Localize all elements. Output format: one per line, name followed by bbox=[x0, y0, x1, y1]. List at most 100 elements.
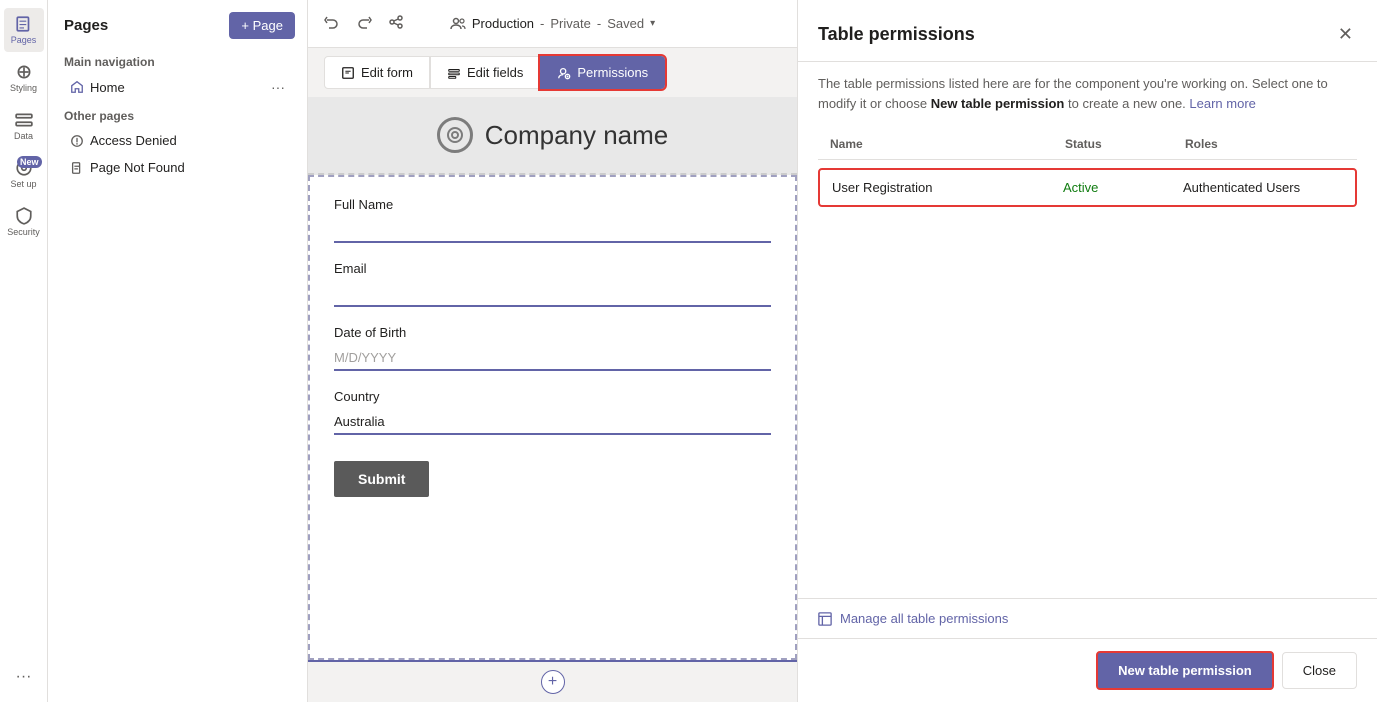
full-name-field-group: Full Name bbox=[334, 197, 771, 243]
email-label: Email bbox=[334, 261, 771, 276]
home-label: Home bbox=[90, 80, 125, 95]
env-sep2: - bbox=[597, 16, 601, 31]
top-bar: Production - Private - Saved ▾ bbox=[308, 0, 797, 48]
add-section-button[interactable]: + bbox=[541, 670, 565, 694]
pages-title: Pages bbox=[64, 17, 108, 34]
country-label: Country bbox=[334, 389, 771, 404]
redo-button[interactable] bbox=[352, 10, 376, 37]
pages-label: Pages bbox=[11, 35, 37, 45]
col-roles-header: Roles bbox=[1185, 137, 1345, 151]
manage-all-label: Manage all table permissions bbox=[840, 611, 1008, 626]
permission-status: Active bbox=[1063, 180, 1183, 195]
new-permission-button[interactable]: New table permission bbox=[1096, 651, 1274, 690]
panel-footer-buttons: New table permission Close bbox=[798, 638, 1377, 702]
edit-form-tab[interactable]: Edit form bbox=[324, 56, 430, 89]
permission-name: User Registration bbox=[832, 180, 1063, 195]
permissions-label: Permissions bbox=[577, 65, 648, 80]
edit-form-label: Edit form bbox=[361, 65, 413, 80]
icon-sidebar: Pages Styling Data Set up New Security ·… bbox=[0, 0, 48, 702]
learn-more-link[interactable]: Learn more bbox=[1189, 96, 1255, 111]
pages-panel: Pages + Page Main navigation Home ··· Ot… bbox=[48, 0, 308, 702]
close-button[interactable]: Close bbox=[1282, 652, 1357, 689]
permissions-tab[interactable]: Permissions bbox=[540, 56, 665, 89]
pages-header: Pages + Page bbox=[48, 0, 307, 47]
edit-fields-tab[interactable]: Edit fields bbox=[430, 56, 540, 89]
nav-item-access-denied[interactable]: Access Denied bbox=[54, 127, 301, 154]
desc-text2: to create a new one. bbox=[1064, 96, 1189, 111]
add-page-button[interactable]: + Page bbox=[229, 12, 295, 39]
new-badge: New bbox=[17, 156, 42, 168]
company-header: Company name bbox=[308, 97, 797, 175]
edit-form-icon bbox=[341, 66, 355, 80]
form-content: Full Name Email Date of Birth Country Su… bbox=[308, 175, 797, 660]
company-name-text: Company name bbox=[485, 120, 669, 151]
country-input[interactable] bbox=[334, 410, 771, 435]
access-denied-label: Access Denied bbox=[90, 133, 177, 148]
security-label: Security bbox=[7, 227, 40, 237]
env-saved: Saved bbox=[607, 16, 644, 31]
undo-icon bbox=[324, 14, 340, 30]
dob-input[interactable] bbox=[334, 346, 771, 371]
more-options[interactable]: ··· bbox=[16, 660, 32, 694]
full-name-input[interactable] bbox=[334, 218, 771, 243]
table-header: Name Status Roles bbox=[818, 129, 1357, 160]
data-label: Data bbox=[14, 131, 33, 141]
panel-footer-links: Manage all table permissions bbox=[798, 598, 1377, 638]
redo-icon bbox=[356, 14, 372, 30]
undo-button[interactable] bbox=[320, 10, 344, 37]
data-icon bbox=[15, 111, 33, 129]
table-icon bbox=[818, 612, 832, 626]
panel-description: The table permissions listed here are fo… bbox=[798, 62, 1377, 113]
share-button[interactable] bbox=[384, 10, 408, 37]
panel-header: Table permissions ✕ bbox=[798, 0, 1377, 62]
dob-field-group: Date of Birth bbox=[334, 325, 771, 371]
company-logo bbox=[437, 117, 473, 153]
environment-info: Production - Private - Saved ▾ bbox=[450, 16, 655, 32]
env-private: Private bbox=[550, 16, 590, 31]
country-field-group: Country bbox=[334, 389, 771, 435]
security-icon bbox=[15, 207, 33, 225]
nav-item-page-not-found[interactable]: Page Not Found bbox=[54, 154, 301, 181]
sidebar-item-security[interactable]: Security bbox=[4, 200, 44, 244]
sidebar-item-setup[interactable]: Set up New bbox=[4, 152, 44, 196]
pages-icon bbox=[15, 15, 33, 33]
permissions-icon bbox=[557, 66, 571, 80]
env-production: Production bbox=[472, 16, 534, 31]
add-section-row: + bbox=[308, 660, 797, 702]
top-bar-actions bbox=[320, 10, 408, 37]
panel-close-button[interactable]: ✕ bbox=[1334, 20, 1357, 49]
logo-inner-icon bbox=[445, 125, 465, 145]
permissions-panel: Table permissions ✕ The table permission… bbox=[797, 0, 1377, 702]
sidebar-item-styling[interactable]: Styling bbox=[4, 56, 44, 100]
col-status-header: Status bbox=[1065, 137, 1185, 151]
env-chevron-icon[interactable]: ▾ bbox=[650, 18, 655, 29]
submit-button[interactable]: Submit bbox=[334, 461, 429, 497]
main-area: Production - Private - Saved ▾ Edit form bbox=[308, 0, 797, 702]
env-users-icon bbox=[450, 16, 466, 32]
styling-icon bbox=[15, 63, 33, 81]
share-icon bbox=[388, 14, 404, 30]
shield-icon bbox=[70, 134, 84, 148]
doc-icon bbox=[70, 161, 84, 175]
email-input[interactable] bbox=[334, 282, 771, 307]
full-name-label: Full Name bbox=[334, 197, 771, 212]
nav-item-dots[interactable]: ··· bbox=[271, 79, 285, 95]
permission-row-user-registration[interactable]: User Registration Active Authenticated U… bbox=[818, 168, 1357, 207]
manage-all-link[interactable]: Manage all table permissions bbox=[818, 611, 1357, 626]
panel-title: Table permissions bbox=[818, 24, 975, 45]
canvas-area: Edit form Edit fields Permissions bbox=[308, 48, 797, 702]
permission-roles: Authenticated Users bbox=[1183, 180, 1343, 195]
nav-item-home[interactable]: Home ··· bbox=[54, 73, 301, 101]
sidebar-item-data[interactable]: Data bbox=[4, 104, 44, 148]
col-name-header: Name bbox=[830, 137, 1065, 151]
other-pages-label: Other pages bbox=[48, 101, 307, 127]
dob-label: Date of Birth bbox=[334, 325, 771, 340]
home-icon bbox=[70, 80, 84, 94]
sidebar-item-pages[interactable]: Pages bbox=[4, 8, 44, 52]
form-toolbar: Edit form Edit fields Permissions bbox=[308, 48, 797, 97]
main-nav-label: Main navigation bbox=[48, 47, 307, 73]
permissions-table: Name Status Roles User Registration Acti… bbox=[798, 113, 1377, 598]
setup-label: Set up bbox=[10, 179, 36, 189]
page-not-found-label: Page Not Found bbox=[90, 160, 185, 175]
env-sep1: - bbox=[540, 16, 544, 31]
